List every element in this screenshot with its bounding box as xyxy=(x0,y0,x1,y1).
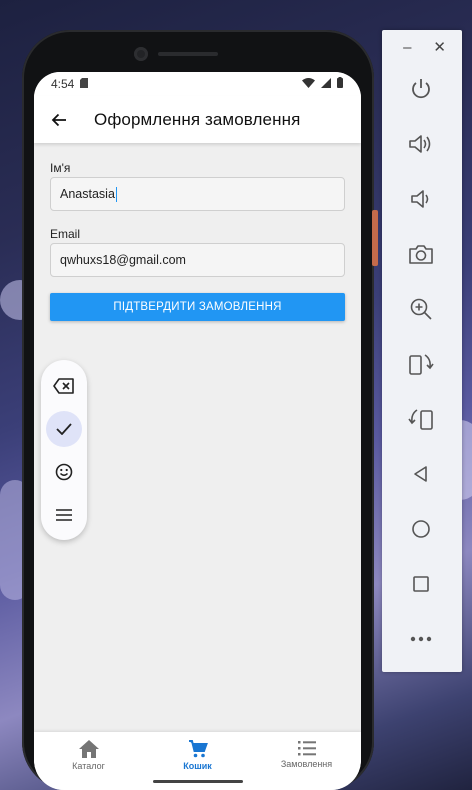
battery-icon xyxy=(337,77,343,91)
volume-up-button[interactable] xyxy=(402,125,440,163)
sim-icon xyxy=(80,77,89,91)
email-label: Email xyxy=(50,227,81,241)
emulator-control-panel: – ✕ xyxy=(382,30,462,672)
zoom-in-icon xyxy=(410,298,432,320)
back-nav-button[interactable] xyxy=(402,455,440,493)
status-time: 4:54 xyxy=(51,77,75,91)
volume-up-icon xyxy=(409,135,431,153)
phone-camera xyxy=(134,47,148,61)
cart-icon xyxy=(188,740,208,758)
close-icon[interactable]: ✕ xyxy=(433,38,446,56)
floating-keyboard-toolbar xyxy=(41,360,87,540)
nav-label-cart: Кошик xyxy=(183,761,212,771)
app-bar: Оформлення замовлення xyxy=(34,96,361,143)
more-button[interactable] xyxy=(402,620,440,658)
menu-button[interactable] xyxy=(46,497,82,533)
name-field[interactable]: Anastasia xyxy=(50,177,345,211)
rotate-right-button[interactable] xyxy=(402,400,440,438)
emulator-window-controls: – ✕ xyxy=(382,30,462,64)
phone-side-button xyxy=(372,210,378,266)
order-form: Ім'я Anastasia Email qwhuxs18@gmail.com … xyxy=(34,143,361,321)
nav-label-catalog: Каталог xyxy=(72,761,105,771)
nav-item-catalog[interactable]: Каталог xyxy=(34,732,143,790)
phone-speaker xyxy=(158,52,218,56)
screenshot-button[interactable] xyxy=(402,235,440,273)
power-icon xyxy=(412,79,430,99)
nav-label-orders: Замовлення xyxy=(280,759,333,769)
backspace-icon xyxy=(53,378,74,394)
more-icon xyxy=(410,636,432,642)
bottom-navigation: Каталог Кошик Замовлення xyxy=(34,732,361,790)
volume-down-button[interactable] xyxy=(402,180,440,218)
emoji-icon xyxy=(55,463,73,481)
volume-down-icon xyxy=(411,190,429,208)
name-value: Anastasia xyxy=(60,187,115,201)
gesture-home-indicator[interactable] xyxy=(153,780,243,783)
home-circle-icon xyxy=(412,520,430,538)
nav-item-orders[interactable]: Замовлення xyxy=(252,732,361,790)
minimize-icon[interactable]: – xyxy=(403,39,411,56)
overview-nav-button[interactable] xyxy=(402,565,440,603)
phone-frame: 4:54 Оформлення замовлення Ім'я Anastasi… xyxy=(22,30,378,790)
camera-icon xyxy=(409,245,433,264)
arrow-back-icon xyxy=(51,113,66,126)
backspace-button[interactable] xyxy=(46,368,82,404)
emoji-button[interactable] xyxy=(46,454,82,490)
page-title: Оформлення замовлення xyxy=(94,109,301,129)
home-icon xyxy=(78,740,99,758)
email-value: qwhuxs18@gmail.com xyxy=(60,253,186,267)
check-button[interactable] xyxy=(46,411,82,447)
overview-icon xyxy=(413,576,429,592)
menu-icon xyxy=(56,509,72,521)
back-button[interactable] xyxy=(36,97,82,143)
email-field[interactable]: qwhuxs18@gmail.com xyxy=(50,243,345,277)
check-icon xyxy=(56,423,72,435)
rotate-left-button[interactable] xyxy=(402,345,440,383)
home-nav-button[interactable] xyxy=(402,510,440,548)
text-caret xyxy=(115,186,118,202)
rotate-right-icon xyxy=(408,409,433,430)
list-icon xyxy=(297,741,316,756)
name-label: Ім'я xyxy=(50,161,71,175)
back-icon xyxy=(414,466,427,482)
confirm-order-button[interactable]: ПІДТВЕРДИТИ ЗАМОВЛЕННЯ xyxy=(50,293,345,321)
signal-icon xyxy=(321,77,331,91)
power-button[interactable] xyxy=(402,70,440,108)
app-screen: 4:54 Оформлення замовлення Ім'я Anastasi… xyxy=(34,72,361,790)
rotate-left-icon xyxy=(409,354,434,375)
zoom-button[interactable] xyxy=(402,290,440,328)
wifi-icon xyxy=(302,77,315,91)
status-bar: 4:54 xyxy=(34,72,361,96)
